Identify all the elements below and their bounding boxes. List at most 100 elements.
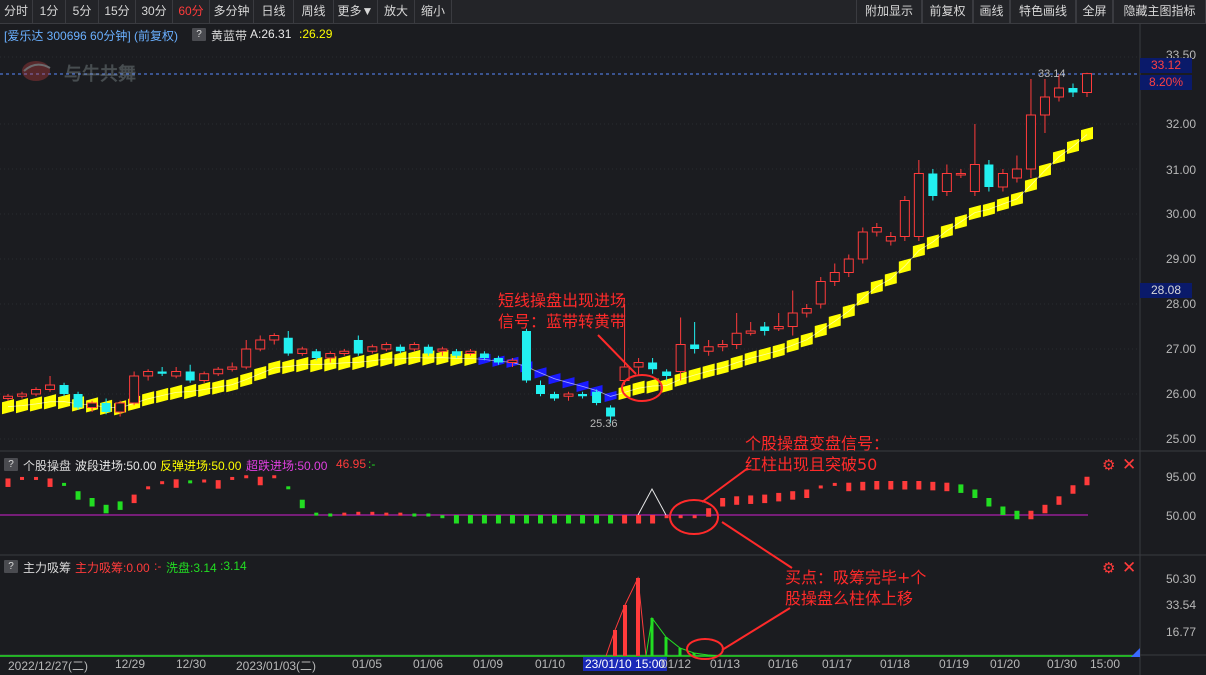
annotation-line: 买点：吸筹完毕+个 <box>785 568 927 587</box>
sub1-value: 反弹进场:50.00 <box>160 459 242 473</box>
sub2-value: 洗盘:3.14 <box>166 561 217 575</box>
indicator-value-a: A:26.31 <box>250 27 292 41</box>
sub1-value: 46.95 <box>336 457 367 471</box>
annotation-arrow <box>721 607 791 651</box>
date-axis-label: 01/10 <box>535 657 566 671</box>
gear-icon[interactable]: ⚙ <box>1102 458 1115 473</box>
candle-body <box>801 308 812 314</box>
osc-bar <box>103 504 109 514</box>
high-price-label: 33.14 <box>1038 68 1066 80</box>
osc-dot <box>34 476 39 480</box>
date-axis-label: 01/18 <box>880 657 911 671</box>
gear-icon[interactable]: ⚙ <box>1102 561 1115 576</box>
date-axis-label: 01/06 <box>413 657 444 671</box>
sub2-value: :- <box>154 559 162 573</box>
sub2-name: 主力吸筹 <box>23 561 72 575</box>
candle-body <box>479 353 489 358</box>
candle-body <box>1011 168 1022 179</box>
sub1-axis-label: 50.00 <box>1165 509 1196 523</box>
candle-body <box>465 350 476 354</box>
osc-bar <box>776 492 782 502</box>
candle-body <box>45 384 56 390</box>
osc-bar <box>1070 485 1076 494</box>
osc-bar <box>580 515 586 524</box>
candle-body <box>815 281 826 305</box>
candle-body <box>521 331 531 381</box>
sub1-value: 波段进场:50.00 <box>75 459 157 473</box>
candle-body <box>171 371 182 377</box>
help-icon[interactable]: ? <box>4 560 18 573</box>
osc-bar <box>916 481 922 490</box>
candle-body <box>367 346 378 352</box>
candle-body <box>871 227 882 233</box>
osc-bar <box>958 484 964 493</box>
price-axis-label: 26.00 <box>1165 387 1196 401</box>
candle-body <box>633 362 644 368</box>
annotation-arrow <box>597 334 637 375</box>
help-icon[interactable]: ? <box>192 28 206 41</box>
candle-body <box>437 348 448 352</box>
candle-body <box>760 326 770 331</box>
candle-body <box>662 371 672 376</box>
osc-bar <box>1042 504 1048 514</box>
candle-body <box>1053 87 1064 98</box>
candle-body <box>563 393 574 397</box>
osc-bar <box>706 508 712 517</box>
osc-bar <box>622 515 628 524</box>
close-icon[interactable]: ✕ <box>1122 456 1136 473</box>
candle-body <box>745 330 756 334</box>
date-axis-label: 15:00 <box>1090 657 1121 671</box>
osc-dot <box>412 513 417 517</box>
date-axis-label: 23/01/10 15:00 <box>583 657 668 671</box>
candle-body <box>3 395 13 399</box>
candle-body <box>409 344 420 350</box>
osc-bar <box>636 515 642 524</box>
osc-dot <box>286 486 291 490</box>
help-icon[interactable]: ? <box>4 458 18 471</box>
osc-bar <box>509 515 515 524</box>
osc-dot <box>818 485 823 489</box>
sub2-axis-label: 16.77 <box>1165 625 1196 639</box>
annotation-line: 红柱出现且突破50 <box>745 455 878 474</box>
candle-body <box>1025 114 1036 170</box>
resize-corner-icon[interactable] <box>1131 648 1140 657</box>
sub1-value: :- <box>368 457 376 471</box>
candle-body <box>955 173 966 176</box>
osc-bar <box>75 491 81 500</box>
candle-body <box>984 164 994 187</box>
sub2-axis-label: 50.30 <box>1165 572 1196 586</box>
date-axis-label: 2022/12/27(二) <box>8 659 89 673</box>
candle-body <box>773 326 784 330</box>
annotation-change-signal: 个股操盘变盘信号： 红柱出现且突破50 <box>745 433 889 475</box>
osc-dot <box>664 515 669 519</box>
candle-body <box>550 394 560 399</box>
osc-bar <box>566 515 572 524</box>
osc-dot <box>692 515 697 519</box>
osc-bar <box>748 495 754 504</box>
price-axis-label: 29.00 <box>1165 252 1196 266</box>
close-icon[interactable]: ✕ <box>1122 559 1136 576</box>
candle-body <box>493 358 503 363</box>
candle-body <box>17 393 28 397</box>
osc-bar <box>790 491 796 500</box>
date-axis-label: 01/16 <box>768 657 799 671</box>
date-axis-label: 01/20 <box>990 657 1021 671</box>
osc-bar <box>257 476 263 486</box>
osc-bar <box>47 478 53 487</box>
candle-body <box>339 350 350 354</box>
candle-body <box>283 337 293 354</box>
candle-body <box>325 353 336 359</box>
date-axis-label: 01/13 <box>710 657 741 671</box>
candle-body <box>297 348 308 354</box>
date-axis-label: 2023/01/03(二) <box>236 659 317 673</box>
candle-body <box>59 385 69 394</box>
candle-body <box>787 312 798 327</box>
candle-body <box>255 339 266 350</box>
osc-bar <box>299 499 305 509</box>
watermark-logo: 与牛共舞 <box>20 58 140 87</box>
osc-dot <box>356 511 361 515</box>
candle-body <box>87 402 98 408</box>
osc-dot <box>328 513 333 517</box>
candle-body <box>941 173 952 192</box>
osc-dot <box>426 513 431 517</box>
